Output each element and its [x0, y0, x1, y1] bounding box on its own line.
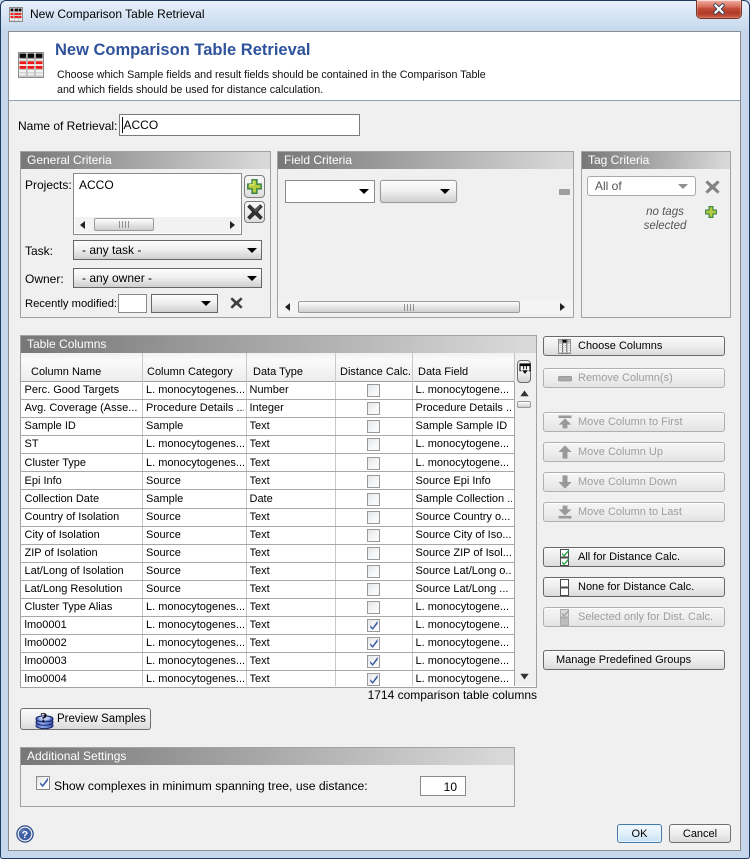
- svg-text:?: ?: [22, 829, 28, 841]
- svg-text:?: ?: [40, 711, 48, 727]
